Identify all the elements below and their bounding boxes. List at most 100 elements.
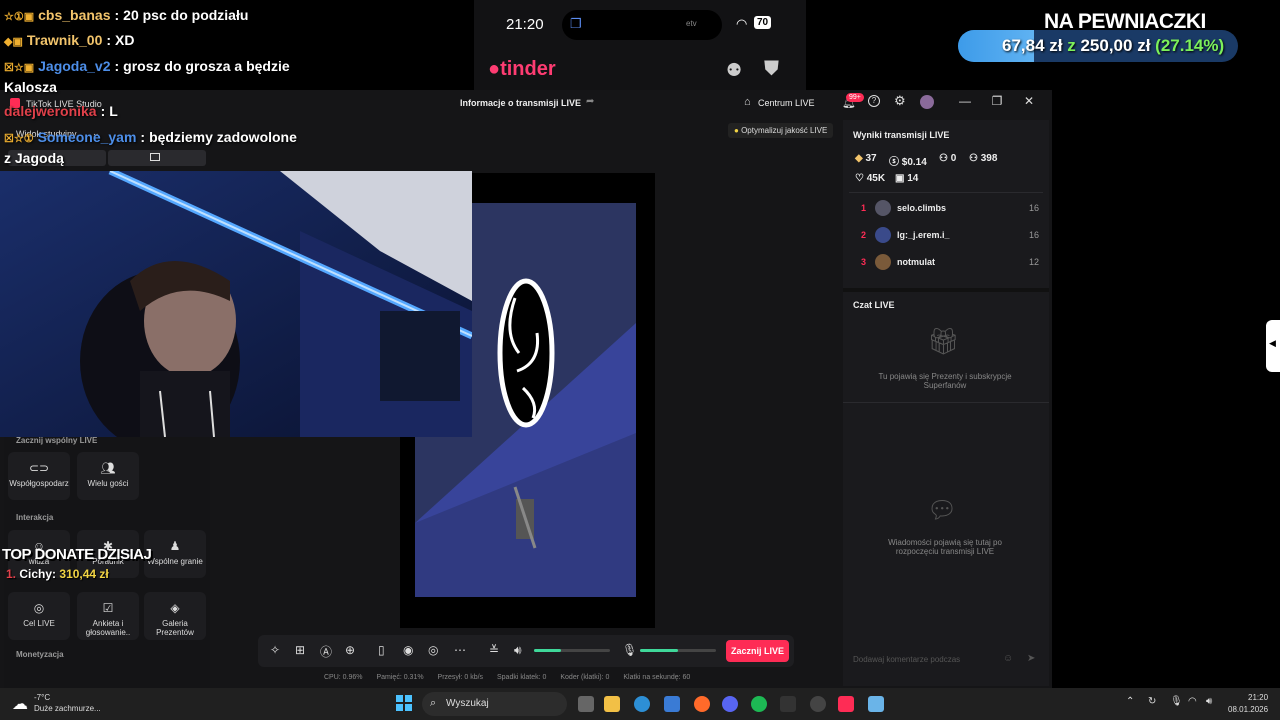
phone-icon[interactable]: ▯ [378,643,385,657]
close-icon[interactable]: ✕ [1019,94,1039,114]
section-shared-live: Zacznij wspólny LIVE [16,436,98,445]
effects-icon[interactable]: ⊞ [295,643,305,657]
spotify-icon[interactable] [751,696,767,712]
weather-icon[interactable]: ☁ [12,694,28,714]
chat-message: Kalosza [4,79,57,95]
diamond-icon: ◆ [855,153,863,164]
gift-box-icon: 🎁︎ [927,326,961,356]
obs-icon[interactable] [810,696,826,712]
firefox-icon[interactable] [694,696,710,712]
task-view-icon[interactable] [578,696,594,712]
boost-icon: ⚉ [726,60,743,80]
gear-icon[interactable]: ⚙ [894,93,906,109]
chat-separator: : [114,7,120,23]
maximize-icon[interactable]: ❐ [987,94,1007,114]
gifts-hint: Tu pojawią się Prezenty i subskrypcje Su… [878,372,1012,390]
sync-icon[interactable]: ↻ [1148,696,1156,707]
start-live-button[interactable]: Zacznij LIVE [726,640,789,662]
cpu-stat: CPU: 0.96% [324,674,363,681]
ranking-row[interactable]: 2 lg:_j.erem.i_ 16 [859,227,1039,245]
clock-date[interactable]: 08.01.2026 [1228,705,1268,714]
side-panel-tab[interactable]: ◀ [1266,320,1280,372]
search-placeholder: Wyszukaj [446,698,489,709]
microphone-tray-icon[interactable]: 🎙︎ [1170,696,1183,707]
webcam-feed [0,171,472,437]
windows-start-icon[interactable] [396,695,412,711]
control-bar: ✧ ⊞ Ⓐ ⊕ ▯ ◉ ◎ ⋯ ≚ 🔊︎ 🎙︎ Zacznij LIVE [258,635,794,667]
settings-sliders-icon[interactable]: ≚ [489,643,499,657]
volume-icon[interactable]: 🔊︎ [1206,696,1212,707]
send-icon[interactable]: ➤ [1027,653,1035,664]
clock-time[interactable]: 21:20 [1248,693,1268,702]
avatar [875,227,891,243]
speaker-icon[interactable]: 🔊︎ [514,643,522,658]
ranking-row[interactable]: 1 selo.climbs 16 [859,200,1039,218]
tiktok-studio-icon[interactable] [838,696,854,712]
camera-icon[interactable]: ◎ [428,643,438,657]
minimize-icon[interactable]: — [955,94,975,114]
poll-button[interactable]: ☑ Ankieta i głosowanie.. [77,592,139,640]
share-icon[interactable]: ➦ [586,96,594,107]
gift-icon: ▣ [895,173,905,184]
magic-wand-icon[interactable]: ✧ [270,643,280,657]
ai-icon[interactable]: Ⓐ [320,643,332,660]
chat-message: z Jagodą [4,150,64,166]
network-icon[interactable]: ◠ [1188,696,1197,707]
discord-icon[interactable] [722,696,738,712]
followers-stat: ⚇ 398 [969,153,998,164]
mic-slider[interactable] [640,649,716,652]
record-icon[interactable]: ◉ [403,643,413,657]
money-stat: ⓢ $0.14 [889,157,927,168]
add-source-icon[interactable]: ⊕ [345,643,355,657]
joystick-icon: ♟ [169,539,181,553]
optimize-quality-button[interactable]: ● Optymalizuj jakość LIVE [728,123,834,138]
live-center-link[interactable]: Centrum LIVE [758,98,815,108]
chat-text: 20 psc do podziału [123,7,249,23]
search-box[interactable]: ⌕ Wyszukaj [422,692,567,716]
volume-slider[interactable] [534,649,610,652]
chat-text: z Jagodą [4,150,64,166]
emoji-icon[interactable]: ☺ [1003,653,1013,664]
edge-icon[interactable] [634,696,650,712]
gift-gallery-button[interactable]: ◈ Galeria Prezentów [144,592,206,640]
more-icon[interactable]: ⋯ [454,643,466,657]
top-donate-title: TOP DONATE DZISIAJ [2,546,152,563]
ranking-row[interactable]: 3 notmulat 12 [859,254,1039,272]
help-icon[interactable]: ? [868,95,880,107]
cohost-button[interactable]: ⊂⊃ Współgospodarz [8,452,70,500]
chat-username: cbs_banas [38,7,111,23]
section-monetization: Monetyzacja [16,650,64,659]
shared-game-button[interactable]: ♟ Wspólne granie [144,530,206,578]
app-icon[interactable] [868,696,884,712]
transfer-stat: Przesył: 0 kb/s [437,674,484,681]
lightbulb-icon: ● [734,126,739,135]
multi-guest-button[interactable]: 👥︎ Wielu gości [77,452,139,500]
battery-icon: 70 [754,16,772,29]
live-goal-button[interactable]: ◎ Cel LIVE [8,592,70,640]
followers-icon: ⚇ [969,153,978,164]
phone-time: 21:20 [506,16,544,33]
chat-separator: : [106,32,112,48]
phone-overlay: 21:20 ❐ etv ◠ 70 ●tinder ⚉ ⛊ [474,0,806,90]
viewers-icon: ⚇ [939,153,948,164]
chat-username: Trawnik_00 [26,32,103,48]
viewers-stat: ⚇ 0 [939,153,957,164]
home-icon[interactable]: ⌂ [744,96,751,108]
landscape-icon[interactable] [150,153,160,161]
comment-input[interactable]: Dodawaj komentarze podczas [853,655,960,664]
stream-info-title[interactable]: Informacje o transmisji LIVE [460,98,581,108]
chat-username: dalejweronika [4,103,97,119]
chat-text: będziemy zadowolone [149,129,297,145]
avatar [875,200,891,216]
temperature: -7°C [34,693,51,702]
encoder-stat: Koder (klatki): 0 [560,674,610,681]
avatar [875,254,891,270]
file-explorer-icon[interactable] [604,696,620,712]
store-icon[interactable] [664,696,680,712]
microphone-icon[interactable]: 🎙︎ [622,643,637,657]
chevron-up-icon[interactable]: ⌃ [1126,696,1134,707]
avatar[interactable] [920,95,934,109]
user-badges-icon: ☒☆▣ [4,62,35,74]
epic-games-icon[interactable] [780,696,796,712]
windows-icon: ❐ [570,16,582,31]
